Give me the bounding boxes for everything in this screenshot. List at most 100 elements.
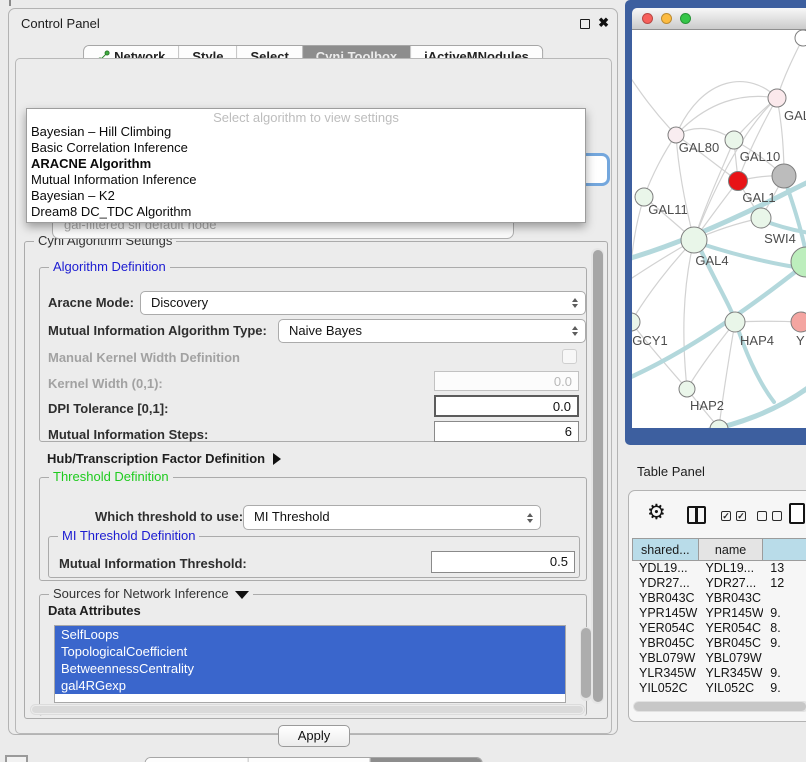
network-view-window: GAL7GAL80GAL10GAL1GAL11SWI4GAL4GCY1HAP4Y… xyxy=(625,0,806,445)
dpi-tolerance-value: 0.0 xyxy=(553,399,571,414)
checked-checkbox-icon[interactable]: ✓ xyxy=(736,511,746,521)
attribute-item-betweennesscentrality[interactable]: BetweennessCentrality xyxy=(55,660,565,677)
float-window-icon[interactable] xyxy=(580,19,590,29)
control-panel-titlebar: Control Panel ✖ xyxy=(9,9,617,39)
network-node[interactable] xyxy=(679,381,695,397)
close-icon[interactable]: ✖ xyxy=(598,15,609,31)
sources-group: Sources for Network Inference Data Attri… xyxy=(39,594,587,716)
manual-kernel-checkbox[interactable] xyxy=(562,349,577,364)
column-header[interactable]: shared... xyxy=(632,538,699,561)
algorithm-option-aracne-algorithm[interactable]: ARACNE Algorithm xyxy=(27,156,585,172)
algorithm-option-mutual-information-inference[interactable]: Mutual Information Inference xyxy=(27,172,585,188)
network-canvas[interactable]: GAL7GAL80GAL10GAL1GAL11SWI4GAL4GCY1HAP4Y… xyxy=(632,30,806,428)
network-node[interactable] xyxy=(768,89,786,107)
table-cell: YDL19... xyxy=(698,561,763,576)
table-cell: YPR145W xyxy=(632,606,698,621)
settings-vertical-scrollbar[interactable] xyxy=(591,248,604,704)
unchecked-checkbox-icon[interactable] xyxy=(772,511,782,521)
table-row[interactable]: YLR345WYLR345W9. xyxy=(632,666,806,681)
algorithm-placeholder: Select algorithm to view settings xyxy=(27,109,585,124)
table-row[interactable]: YER054CYER054C8. xyxy=(632,621,806,636)
threshold-definition-group: Threshold Definition Which threshold to … xyxy=(39,477,587,581)
network-node[interactable] xyxy=(632,313,640,331)
data-attributes-list: SelfLoopsTopologicalCoefficientBetweenne… xyxy=(54,625,566,703)
mi-steps-label: Mutual Information Steps: xyxy=(48,427,208,442)
tab-infer-network[interactable]: Infer Network xyxy=(370,758,482,762)
mi-type-value: Naive Bayes xyxy=(289,323,362,338)
attribute-item-topologicalcoefficient[interactable]: TopologicalCoefficient xyxy=(55,643,565,660)
network-node[interactable] xyxy=(795,30,806,46)
dpi-tolerance-field[interactable]: 0.0 xyxy=(434,395,579,417)
mi-threshold-field[interactable]: 0.5 xyxy=(431,551,575,573)
network-node[interactable] xyxy=(725,131,743,149)
mi-steps-field[interactable]: 6 xyxy=(434,421,579,442)
network-window-titlebar[interactable] xyxy=(632,8,806,30)
gear-icon[interactable]: ⚙ xyxy=(647,500,666,525)
mi-type-label: Mutual Information Algorithm Type: xyxy=(48,323,267,338)
network-node[interactable] xyxy=(681,227,707,253)
table-row[interactable]: YDL19...YDL19...13 xyxy=(632,561,806,576)
table-row[interactable]: YIL052CYIL052C9. xyxy=(632,681,806,696)
table-row[interactable]: YPR145WYPR145W9. xyxy=(632,606,806,621)
window-edge-tick xyxy=(9,0,11,6)
algorithm-option-bayesian-k2[interactable]: Bayesian – K2 xyxy=(27,188,585,204)
algorithm-definition-title: Algorithm Definition xyxy=(49,259,170,274)
split-columns-icon[interactable] xyxy=(687,506,706,524)
network-node[interactable] xyxy=(725,312,745,332)
network-node[interactable] xyxy=(729,172,748,191)
hub-definition-toggle[interactable]: Hub/Transcription Factor Definition xyxy=(47,451,281,466)
mi-type-combo[interactable]: Naive Bayes xyxy=(278,319,586,343)
table-cell: YLR345W xyxy=(698,666,763,681)
network-edge xyxy=(684,240,694,389)
table-row[interactable]: YBL079WYBL079W xyxy=(632,651,806,666)
settings-horizontal-scrollbar[interactable] xyxy=(30,704,585,715)
tab-impute-data[interactable]: Impute Data xyxy=(145,758,247,762)
network-node[interactable] xyxy=(791,312,806,332)
table-cell xyxy=(763,651,806,666)
algorithm-option-bayesian-hill-climbing[interactable]: Bayesian – Hill Climbing xyxy=(27,124,585,140)
unchecked-checkbox-icon[interactable] xyxy=(757,511,767,521)
attribute-item-gal4rgexp[interactable]: gal4RGexp xyxy=(55,677,565,694)
table-cell: YIL052C xyxy=(632,681,698,696)
cyni-toolbox-content: gal-filtered sif default node Select alg… xyxy=(15,58,612,734)
aracne-mode-combo[interactable]: Discovery xyxy=(140,291,586,315)
table-cell: YDR27... xyxy=(632,576,698,591)
table-cell: 8. xyxy=(763,621,806,636)
checked-checkbox-icon[interactable]: ✓ xyxy=(721,511,731,521)
stepper-icon xyxy=(569,292,581,314)
close-traffic-light[interactable] xyxy=(642,13,653,24)
network-node[interactable] xyxy=(772,164,796,188)
kernel-width-field[interactable]: 0.0 xyxy=(434,371,579,391)
minimize-traffic-light[interactable] xyxy=(661,13,672,24)
table-cell: YBR043C xyxy=(632,591,698,606)
algorithm-option-dream8-dc-tdc-algorithm[interactable]: Dream8 DC_TDC Algorithm xyxy=(27,204,585,220)
triangle-down-icon[interactable] xyxy=(235,591,249,599)
node-label-gal80: GAL80 xyxy=(679,140,719,155)
document-icon[interactable] xyxy=(789,503,805,524)
minimized-window-icon[interactable] xyxy=(5,755,28,762)
tab-discretize-data[interactable]: Discretize Data xyxy=(248,758,370,762)
network-edge xyxy=(644,135,676,197)
network-node[interactable] xyxy=(751,208,771,228)
which-threshold-combo[interactable]: MI Threshold xyxy=(243,505,541,530)
node-label-hap4: HAP4 xyxy=(740,333,774,348)
mi-threshold-value: 0.5 xyxy=(550,554,568,569)
apply-button[interactable]: Apply xyxy=(278,725,350,747)
panel-title: Control Panel xyxy=(21,16,100,31)
table-cell: YER054C xyxy=(698,621,763,636)
column-header[interactable]: name xyxy=(699,538,764,561)
node-label-y: Y xyxy=(796,333,805,348)
attribute-item-selfloops[interactable]: SelfLoops xyxy=(55,626,565,643)
algorithm-option-basic-correlation-inference[interactable]: Basic Correlation Inference xyxy=(27,140,585,156)
table-row[interactable]: YDR27...YDR27...12 xyxy=(632,576,806,591)
table-row[interactable]: YBR045CYBR045C9. xyxy=(632,636,806,651)
table-cell: 12 xyxy=(763,576,806,591)
table-row[interactable]: YBR043CYBR043C xyxy=(632,591,806,606)
application-root: Control Panel ✖ NetworkStyleSelectCyni T… xyxy=(0,0,806,762)
zoom-traffic-light[interactable] xyxy=(680,13,691,24)
table-horizontal-scrollbar[interactable] xyxy=(633,701,806,712)
data-attributes-label: Data Attributes xyxy=(48,603,141,618)
column-header[interactable] xyxy=(763,538,806,561)
threshold-definition-title: Threshold Definition xyxy=(49,469,173,484)
kernel-width-value: 0.0 xyxy=(554,374,572,389)
